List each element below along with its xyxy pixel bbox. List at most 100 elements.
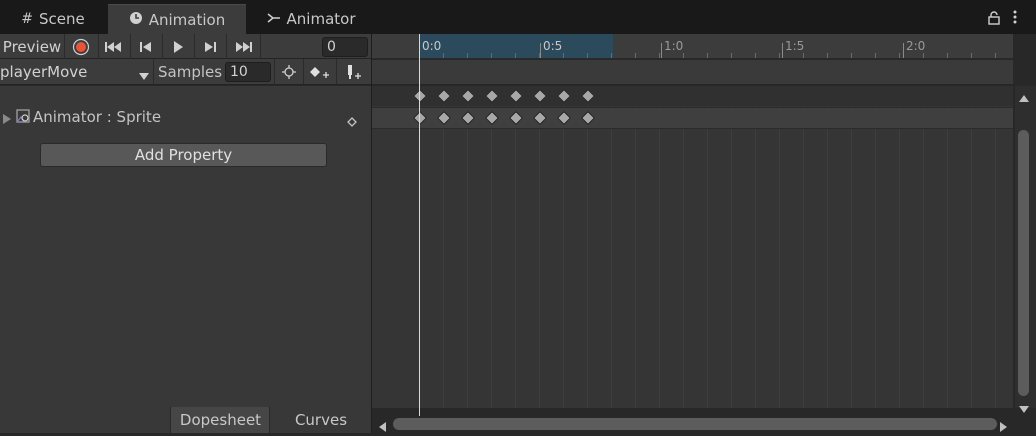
preview-button[interactable]: Preview: [0, 34, 65, 59]
lock-icon[interactable]: [988, 11, 1000, 29]
vertical-scroll-thumb[interactable]: [1018, 130, 1029, 396]
ruler-minor-tick: [659, 53, 660, 58]
ruler-tick-label: 0:5: [543, 39, 563, 53]
scroll-down-icon[interactable]: [1019, 401, 1029, 417]
ruler-minor-tick: [443, 53, 444, 58]
ruler-minor-tick: [635, 53, 636, 58]
clip-dropdown[interactable]: playerMove: [0, 59, 154, 85]
ruler-minor-tick: [851, 53, 852, 58]
scroll-left-icon[interactable]: [379, 420, 386, 436]
add-keyframe-icon: [310, 67, 329, 78]
snap-button[interactable]: [274, 59, 304, 85]
tab-dopesheet[interactable]: Dopesheet: [170, 407, 270, 433]
skip-end-icon: [236, 41, 252, 52]
ruler-minor-tick: [995, 53, 996, 58]
add-property-button[interactable]: Add Property: [40, 143, 327, 167]
tab-label: Animation: [148, 11, 226, 29]
ruler-major-tick: [903, 43, 904, 58]
scroll-right-icon[interactable]: [1000, 420, 1007, 436]
tab-animator[interactable]: Animator: [256, 4, 366, 34]
frame-field[interactable]: 0: [322, 37, 368, 57]
step-forward-icon: [205, 41, 216, 52]
record-button[interactable]: [64, 34, 99, 59]
clip-toolbar: playerMove Samples 10: [0, 59, 371, 85]
tab-label: Scene: [39, 10, 85, 28]
grid-line: [443, 86, 444, 408]
ruler-major-tick: [540, 43, 541, 58]
tab-curves[interactable]: Curves: [269, 407, 372, 433]
add-keyframe-button[interactable]: [302, 59, 337, 85]
last-keyframe-button[interactable]: [226, 34, 261, 59]
grid-line: [611, 86, 612, 408]
next-keyframe-button[interactable]: [194, 34, 227, 59]
grid-line: [875, 86, 876, 408]
ruler-minor-tick: [467, 53, 468, 58]
grid-line: [491, 86, 492, 408]
samples-label: Samples: [158, 63, 223, 81]
grid-line: [755, 86, 756, 408]
ruler-minor-tick: [731, 53, 732, 58]
grid-line: [635, 86, 636, 408]
scroll-up-icon[interactable]: [1019, 90, 1029, 106]
ruler-clip-range: [419, 34, 613, 58]
grid-line: [803, 86, 804, 408]
tab-scene[interactable]: # Scene: [0, 4, 106, 34]
grid-line: [731, 86, 732, 408]
play-button[interactable]: [162, 34, 195, 59]
expand-arrow-icon[interactable]: [3, 112, 11, 128]
play-icon: [174, 40, 183, 53]
view-mode-bar: Dopesheet Curves: [0, 407, 371, 433]
grid-line: [827, 86, 828, 408]
playhead[interactable]: [419, 34, 420, 416]
samples-field[interactable]: 10: [225, 62, 271, 82]
grid-line: [971, 86, 972, 408]
ruler-major-tick: [661, 43, 662, 58]
grid-line: [947, 86, 948, 408]
skip-start-icon: [105, 41, 121, 52]
grid-line: [899, 86, 900, 408]
kebab-menu-icon[interactable]: [1013, 10, 1019, 28]
ruler-minor-tick: [515, 53, 516, 58]
ruler-minor-tick: [947, 53, 948, 58]
add-event-button[interactable]: [336, 59, 371, 85]
ruler-minor-tick: [971, 53, 972, 58]
event-row[interactable]: [372, 60, 1013, 85]
grid-line: [779, 86, 780, 408]
property-keyframe-icon[interactable]: [347, 115, 357, 131]
grid-line: [467, 86, 468, 408]
ruler-minor-tick: [899, 53, 900, 58]
time-ruler[interactable]: 0:0 0:5 1:0 1:5 2:0: [372, 34, 1013, 59]
tab-animation[interactable]: Animation: [108, 4, 246, 35]
grid-line: [539, 86, 540, 408]
ruler-major-tick: [782, 43, 783, 58]
dropdown-arrow-icon: [139, 68, 149, 84]
playback-toolbar: Preview 0: [0, 34, 371, 59]
ruler-minor-tick: [611, 53, 612, 58]
ruler-tick-label: 1:5: [785, 39, 805, 53]
grid-line: [995, 86, 996, 408]
first-keyframe-button[interactable]: [98, 34, 131, 59]
prev-keyframe-button[interactable]: [130, 34, 163, 59]
vertical-scrollbar[interactable]: [1015, 86, 1036, 413]
step-back-icon: [140, 41, 151, 52]
ruler-minor-tick: [827, 53, 828, 58]
ruler-minor-tick: [707, 53, 708, 58]
ruler-tick-label: 1:0: [664, 39, 684, 53]
ruler-minor-tick: [755, 53, 756, 58]
grid-line: [515, 86, 516, 408]
property-label[interactable]: Animator : Sprite: [33, 108, 161, 126]
dopesheet-grid[interactable]: [372, 86, 1013, 408]
ruler-tick-label: 2:0: [906, 39, 926, 53]
grid-line: [659, 86, 660, 408]
ruler-minor-tick: [539, 53, 540, 58]
ruler-minor-tick: [563, 53, 564, 58]
add-event-icon: [347, 65, 361, 79]
grid-line: [923, 86, 924, 408]
ruler-tick-label: 0:0: [422, 39, 442, 53]
ruler-minor-tick: [779, 53, 780, 58]
grid-line: [683, 86, 684, 408]
horizontal-scroll-thumb[interactable]: [393, 418, 997, 430]
horizontal-scrollbar[interactable]: [372, 416, 1036, 433]
property-list: Animator : Sprite: [0, 86, 371, 408]
tab-bar: # Scene Animation Animator: [0, 0, 1036, 35]
